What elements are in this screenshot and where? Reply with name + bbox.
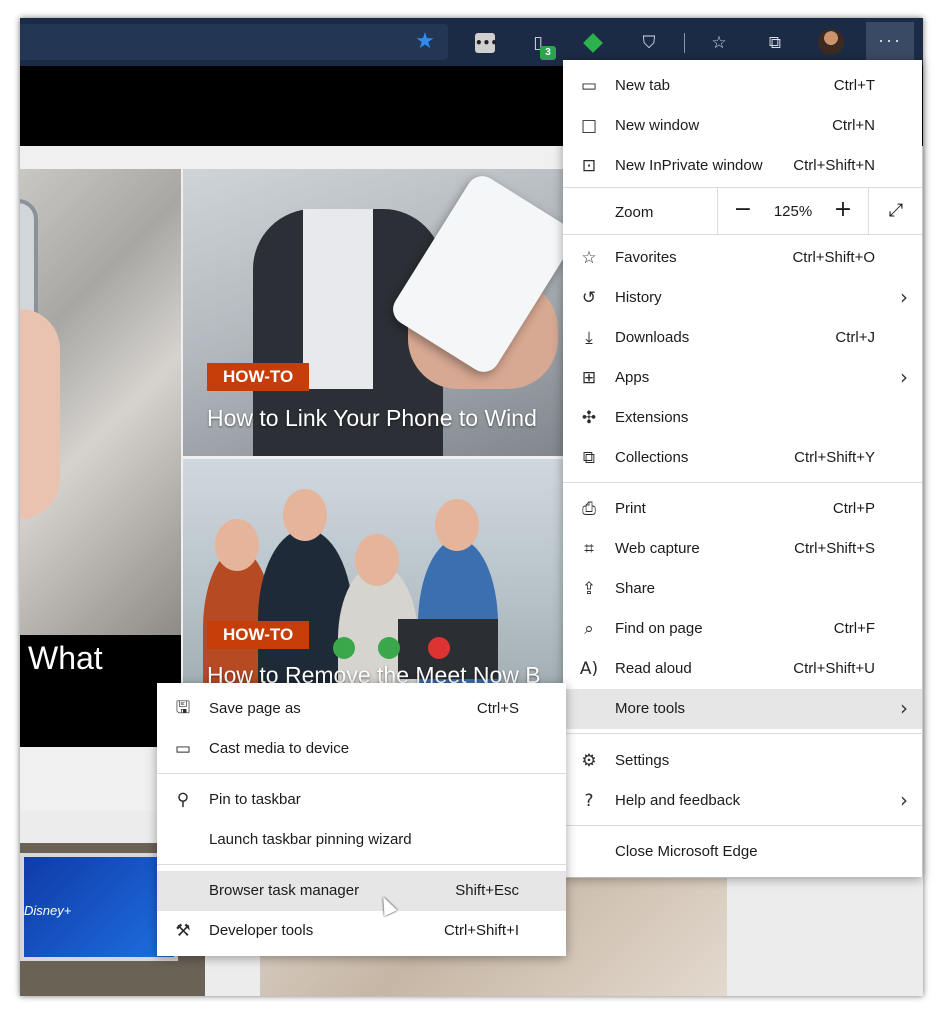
inprivate-icon: ⊡ — [581, 156, 597, 176]
share-icon: ⇪ — [581, 579, 597, 599]
read-aloud-icon: A︎) — [579, 659, 599, 679]
menu-item-print[interactable]: ⎙ Print Ctrl+P — [563, 489, 922, 529]
collections-icon[interactable]: ⧉ — [762, 30, 788, 56]
menu-separator — [563, 825, 922, 826]
chevron-right-icon: › — [900, 285, 908, 309]
menu-item-collections[interactable]: ⧉ Collections Ctrl+Shift+Y — [563, 438, 922, 478]
new-window-icon: □ — [580, 116, 598, 136]
download-icon: ⤓ — [585, 328, 593, 348]
submenu-item-save-page[interactable]: 🖫 Save page as Ctrl+S — [157, 689, 566, 729]
gear-icon: ⚙ — [581, 751, 597, 771]
menu-item-help-feedback[interactable]: ? Help and feedback › — [563, 781, 922, 821]
chevron-right-icon: › — [900, 788, 908, 812]
tv-screen-text: Disney+ — [24, 903, 72, 918]
menu-item-new-tab[interactable]: ▭ New tab Ctrl+T — [563, 66, 922, 106]
article-tag-top[interactable]: HOW-TO — [207, 363, 310, 391]
address-bar[interactable] — [20, 24, 448, 60]
extension-badge: 3 — [540, 46, 556, 60]
question-icon: ? — [584, 791, 594, 811]
article-left-headline[interactable]: What — [28, 640, 103, 677]
feedly-extension-icon[interactable] — [580, 30, 606, 56]
pocket-extension-icon[interactable]: ⛉ — [636, 30, 662, 56]
toolbar-divider — [684, 33, 685, 53]
find-icon: ⌕ — [584, 619, 594, 639]
menu-item-history[interactable]: ↺ History › — [563, 278, 922, 318]
menu-item-downloads[interactable]: ⤓ Downloads Ctrl+J — [563, 318, 922, 358]
menu-separator — [563, 234, 922, 235]
menu-item-close-edge[interactable]: Close Microsoft Edge — [563, 832, 922, 872]
pin-icon: ⚲ — [176, 790, 190, 810]
apps-icon: ⊞ — [581, 368, 597, 388]
profile-avatar[interactable] — [818, 29, 844, 55]
menu-item-more-tools[interactable]: More tools › — [563, 689, 922, 729]
submenu-item-pin-taskbar[interactable]: ⚲ Pin to taskbar — [157, 780, 566, 820]
favorites-icon: ☆ — [581, 248, 597, 268]
menu-item-favorites[interactable]: ☆ Favorites Ctrl+Shift+O — [563, 238, 922, 278]
article-card-left-image[interactable] — [20, 169, 181, 635]
puzzle-icon: ✣ — [581, 408, 597, 428]
save-icon: 🖫 — [175, 697, 191, 718]
submenu-item-pin-wizard[interactable]: Launch taskbar pinning wizard — [157, 820, 566, 860]
menu-item-read-aloud[interactable]: A︎) Read aloud Ctrl+Shift+U — [563, 649, 922, 689]
article-headline-top[interactable]: How to Link Your Phone to Wind — [207, 405, 537, 432]
zoom-control: Zoom − 125% + ⤢ — [563, 188, 922, 234]
favorite-star-icon[interactable]: ★ — [412, 28, 438, 54]
menu-item-settings[interactable]: ⚙ Settings — [563, 741, 922, 781]
printer-icon: ⎙ — [582, 499, 596, 519]
menu-item-share[interactable]: ⇪ Share — [563, 569, 922, 609]
history-icon: ↺ — [581, 288, 597, 308]
cast-icon: ▭ — [174, 739, 192, 759]
menu-item-web-capture[interactable]: ⌗ Web capture Ctrl+Shift+S — [563, 529, 922, 569]
menu-item-new-window[interactable]: □ New window Ctrl+N — [563, 106, 922, 146]
more-tools-submenu: 🖫 Save page as Ctrl+S ▭ Cast media to de… — [157, 683, 566, 956]
chevron-right-icon: › — [900, 696, 908, 720]
submenu-item-developer-tools[interactable]: ⚒ Developer tools Ctrl+Shift+I — [157, 911, 566, 951]
menu-separator — [563, 482, 922, 483]
menu-item-new-inprivate[interactable]: ⊡ New InPrivate window Ctrl+Shift+N — [563, 146, 922, 186]
fullscreen-icon[interactable]: ⤢ — [868, 188, 923, 234]
zoom-level: 125% — [773, 203, 813, 220]
article-card-meet-image[interactable] — [183, 459, 583, 688]
menu-separator — [157, 773, 566, 774]
new-tab-icon: ▭ — [580, 76, 598, 96]
menu-item-apps[interactable]: ⊞ Apps › — [563, 358, 922, 398]
browser-toolbar: ★ ••• ▯ 3 ⛉ ☆ ⧉ ··· — [20, 18, 923, 66]
zoom-label: Zoom — [615, 204, 654, 221]
menu-separator — [157, 864, 566, 865]
zoom-in-button[interactable]: + — [819, 188, 867, 234]
chevron-right-icon: › — [900, 365, 908, 389]
web-capture-icon: ⌗ — [584, 539, 594, 559]
menu-item-find-on-page[interactable]: ⌕ Find on page Ctrl+F — [563, 609, 922, 649]
submenu-item-task-manager[interactable]: Browser task manager Shift+Esc — [157, 871, 566, 911]
menu-item-extensions[interactable]: ✣ Extensions — [563, 398, 922, 438]
zoom-out-button[interactable]: − — [717, 188, 768, 234]
menu-separator — [563, 733, 922, 734]
developer-tools-icon: ⚒ — [175, 921, 191, 941]
collections-icon: ⧉ — [582, 448, 596, 468]
favorites-icon[interactable]: ☆ — [706, 30, 732, 56]
article-tag-mid[interactable]: HOW-TO — [207, 621, 310, 649]
edge-settings-menu: ▭ New tab Ctrl+T □ New window Ctrl+N ⊡ N… — [563, 60, 922, 877]
settings-menu-button[interactable]: ··· — [866, 22, 914, 62]
submenu-item-cast-media[interactable]: ▭ Cast media to device — [157, 729, 566, 769]
extension-dots-icon[interactable]: ••• — [472, 30, 498, 56]
